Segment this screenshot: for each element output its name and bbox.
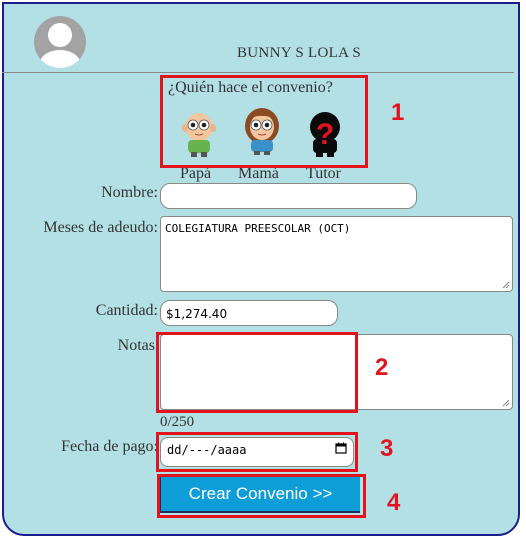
highlight-box-1 [160, 75, 368, 168]
header-divider [2, 72, 514, 73]
highlight-box-3 [156, 432, 358, 472]
highlight-box-2 [156, 332, 358, 413]
nombre-input[interactable] [160, 183, 417, 209]
highlight-box-4 [157, 474, 366, 518]
annotation-number-4: 4 [387, 489, 401, 516]
user-name: BUNNY S LOLA S [237, 45, 362, 61]
nombre-label: Nombre: [101, 184, 158, 201]
annotation-number-1: 1 [391, 99, 405, 126]
resize-handle-icon[interactable] [502, 281, 510, 289]
annotation-number-2: 2 [375, 354, 389, 381]
notas-label: Notas [117, 337, 155, 354]
user-avatar-icon [34, 16, 86, 68]
cantidad-input[interactable]: $1,274.40 [160, 300, 338, 326]
meses-label: Meses de adeudo: [43, 219, 158, 236]
meses-textarea[interactable]: COLEGIATURA PREESCOLAR (OCT) [160, 216, 513, 292]
annotation-number-3: 3 [380, 435, 394, 462]
resize-handle-icon[interactable] [502, 399, 510, 407]
notas-char-counter: 0/250 [160, 414, 195, 430]
meses-value: COLEGIATURA PREESCOLAR (OCT) [165, 222, 351, 235]
cantidad-value: $1,274.40 [166, 307, 228, 321]
cantidad-label: Cantidad: [95, 302, 158, 319]
fecha-label: Fecha de pago: [61, 438, 158, 455]
